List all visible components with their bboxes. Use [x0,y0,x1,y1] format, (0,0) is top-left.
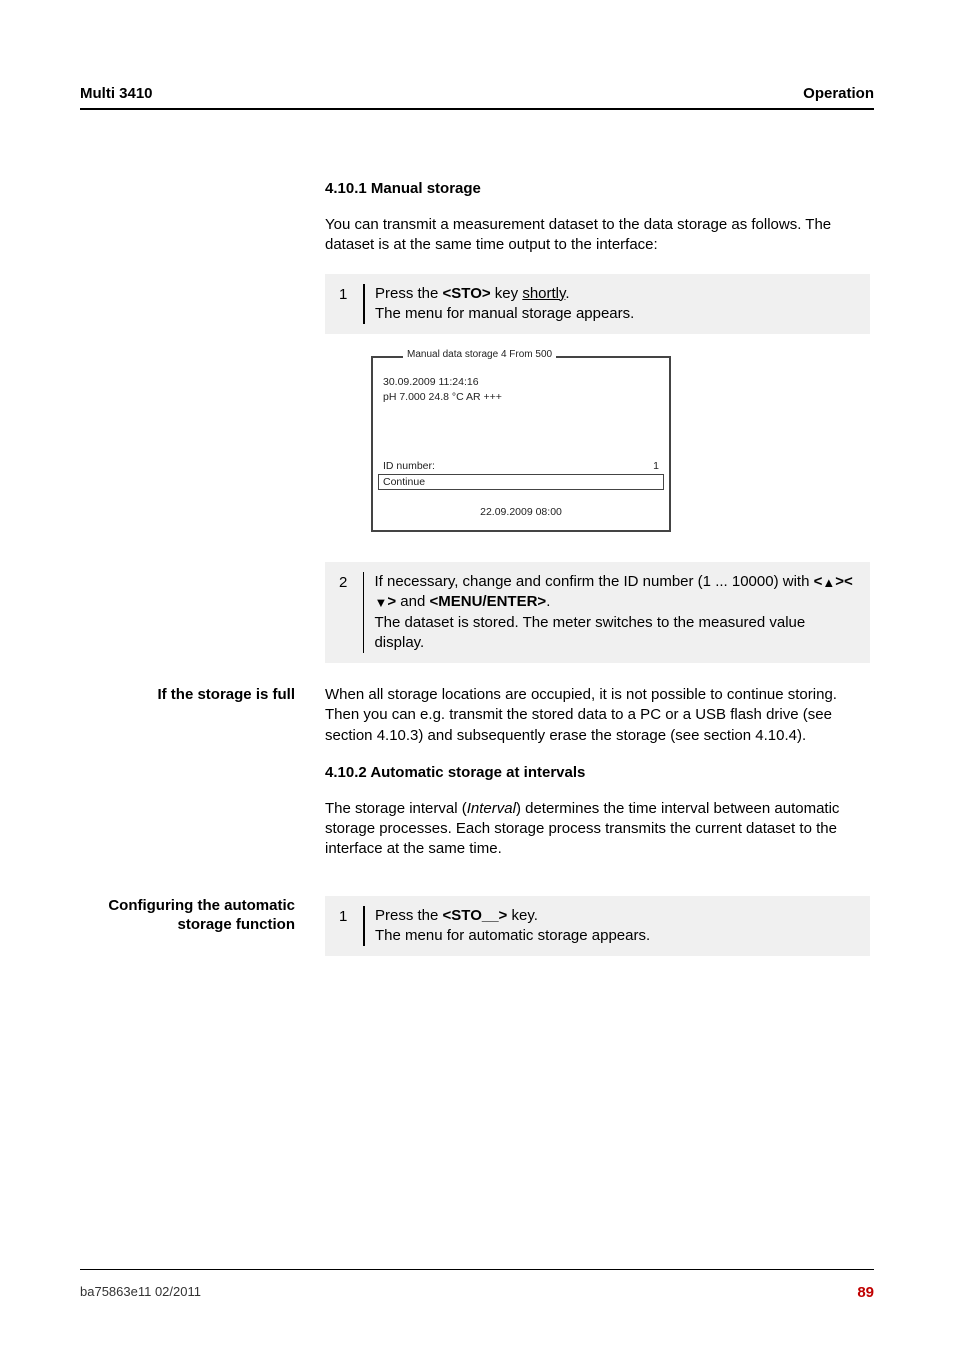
storage-full-text: When all storage locations are occupied,… [325,685,870,746]
screen-continue: Continue [378,474,664,490]
screen-id-label: ID number: [383,460,435,472]
config-step-1-text: Press the <STO__> key. The menu for auto… [375,906,650,947]
step1-part-b: key [491,285,523,302]
step-2-text: If necessary, change and confirm the ID … [374,572,856,653]
screen-datetime: 30.09.2009 11:24:16 [383,376,659,388]
screen-footer-time: 22.09.2009 08:00 [383,496,659,524]
step2-line2: The dataset is stored. The meter switche… [374,614,805,651]
config-step-b: key. [507,907,538,924]
step2-menu-key: <MENU/ENTER> [429,593,546,610]
step1-key: <STO> [443,285,491,302]
step-number: 1 [339,906,363,925]
storage-full-label: If the storage is full [80,685,325,705]
section-heading-4-10-1: 4.10.1 Manual storage [325,180,870,197]
config-step-1-box: 1 Press the <STO__> key. The menu for au… [325,896,870,957]
footer-page-number: 89 [857,1284,874,1301]
step-divider [363,572,364,653]
sec2-interval: Interval [467,800,516,817]
config-label: Configuring the automatic storage functi… [80,896,325,935]
step-number: 1 [339,284,363,303]
step2-part-a: If necessary, change and confirm the ID … [374,573,813,590]
section-2-text: The storage interval (Interval) determin… [325,799,870,860]
screen-measurement: pH 7.000 24.8 °C AR +++ [383,391,659,403]
step-2-box: 2 If necessary, change and confirm the I… [325,562,870,663]
step1-part-a: Press the [375,285,443,302]
page-footer: ba75863e11 02/2011 89 [80,1269,874,1301]
header-right: Operation [803,85,874,102]
page-header: Multi 3410 Operation [80,85,874,110]
step-divider [363,284,365,325]
section-intro: You can transmit a measurement dataset t… [325,215,870,256]
step2-keyopen1: < [814,573,823,590]
step1-shortly: shortly [522,285,565,302]
step-1-text: Press the <STO> key shortly. The menu fo… [375,284,634,325]
sec2-text-a: The storage interval ( [325,800,467,817]
down-arrow-icon: ▼ [374,596,387,609]
screen-title: Manual data storage 4 From 500 [403,349,556,360]
device-screen: Manual data storage 4 From 500 30.09.200… [371,356,870,532]
section-heading-4-10-2: 4.10.2 Automatic storage at intervals [325,764,870,781]
step1-part-c: . [565,285,569,302]
step-1-box: 1 Press the <STO> key shortly. The menu … [325,274,870,335]
up-arrow-icon: ▲ [822,576,835,589]
step-divider [363,906,365,947]
config-step-key: <STO__> [443,907,508,924]
config-step-a: Press the [375,907,443,924]
step2-part-c: . [546,593,550,610]
step2-keyclose1: > [387,593,396,610]
header-left: Multi 3410 [80,85,153,102]
screen-id-row: ID number: 1 [383,460,659,472]
step1-line2: The menu for manual storage appears. [375,305,634,322]
config-step-line2: The menu for automatic storage appears. [375,927,650,944]
footer-doc-id: ba75863e11 02/2011 [80,1284,201,1301]
step2-part-b: and [396,593,429,610]
step2-keymid: >< [835,573,853,590]
screen-id-value: 1 [653,460,659,472]
step-number: 2 [339,572,363,591]
